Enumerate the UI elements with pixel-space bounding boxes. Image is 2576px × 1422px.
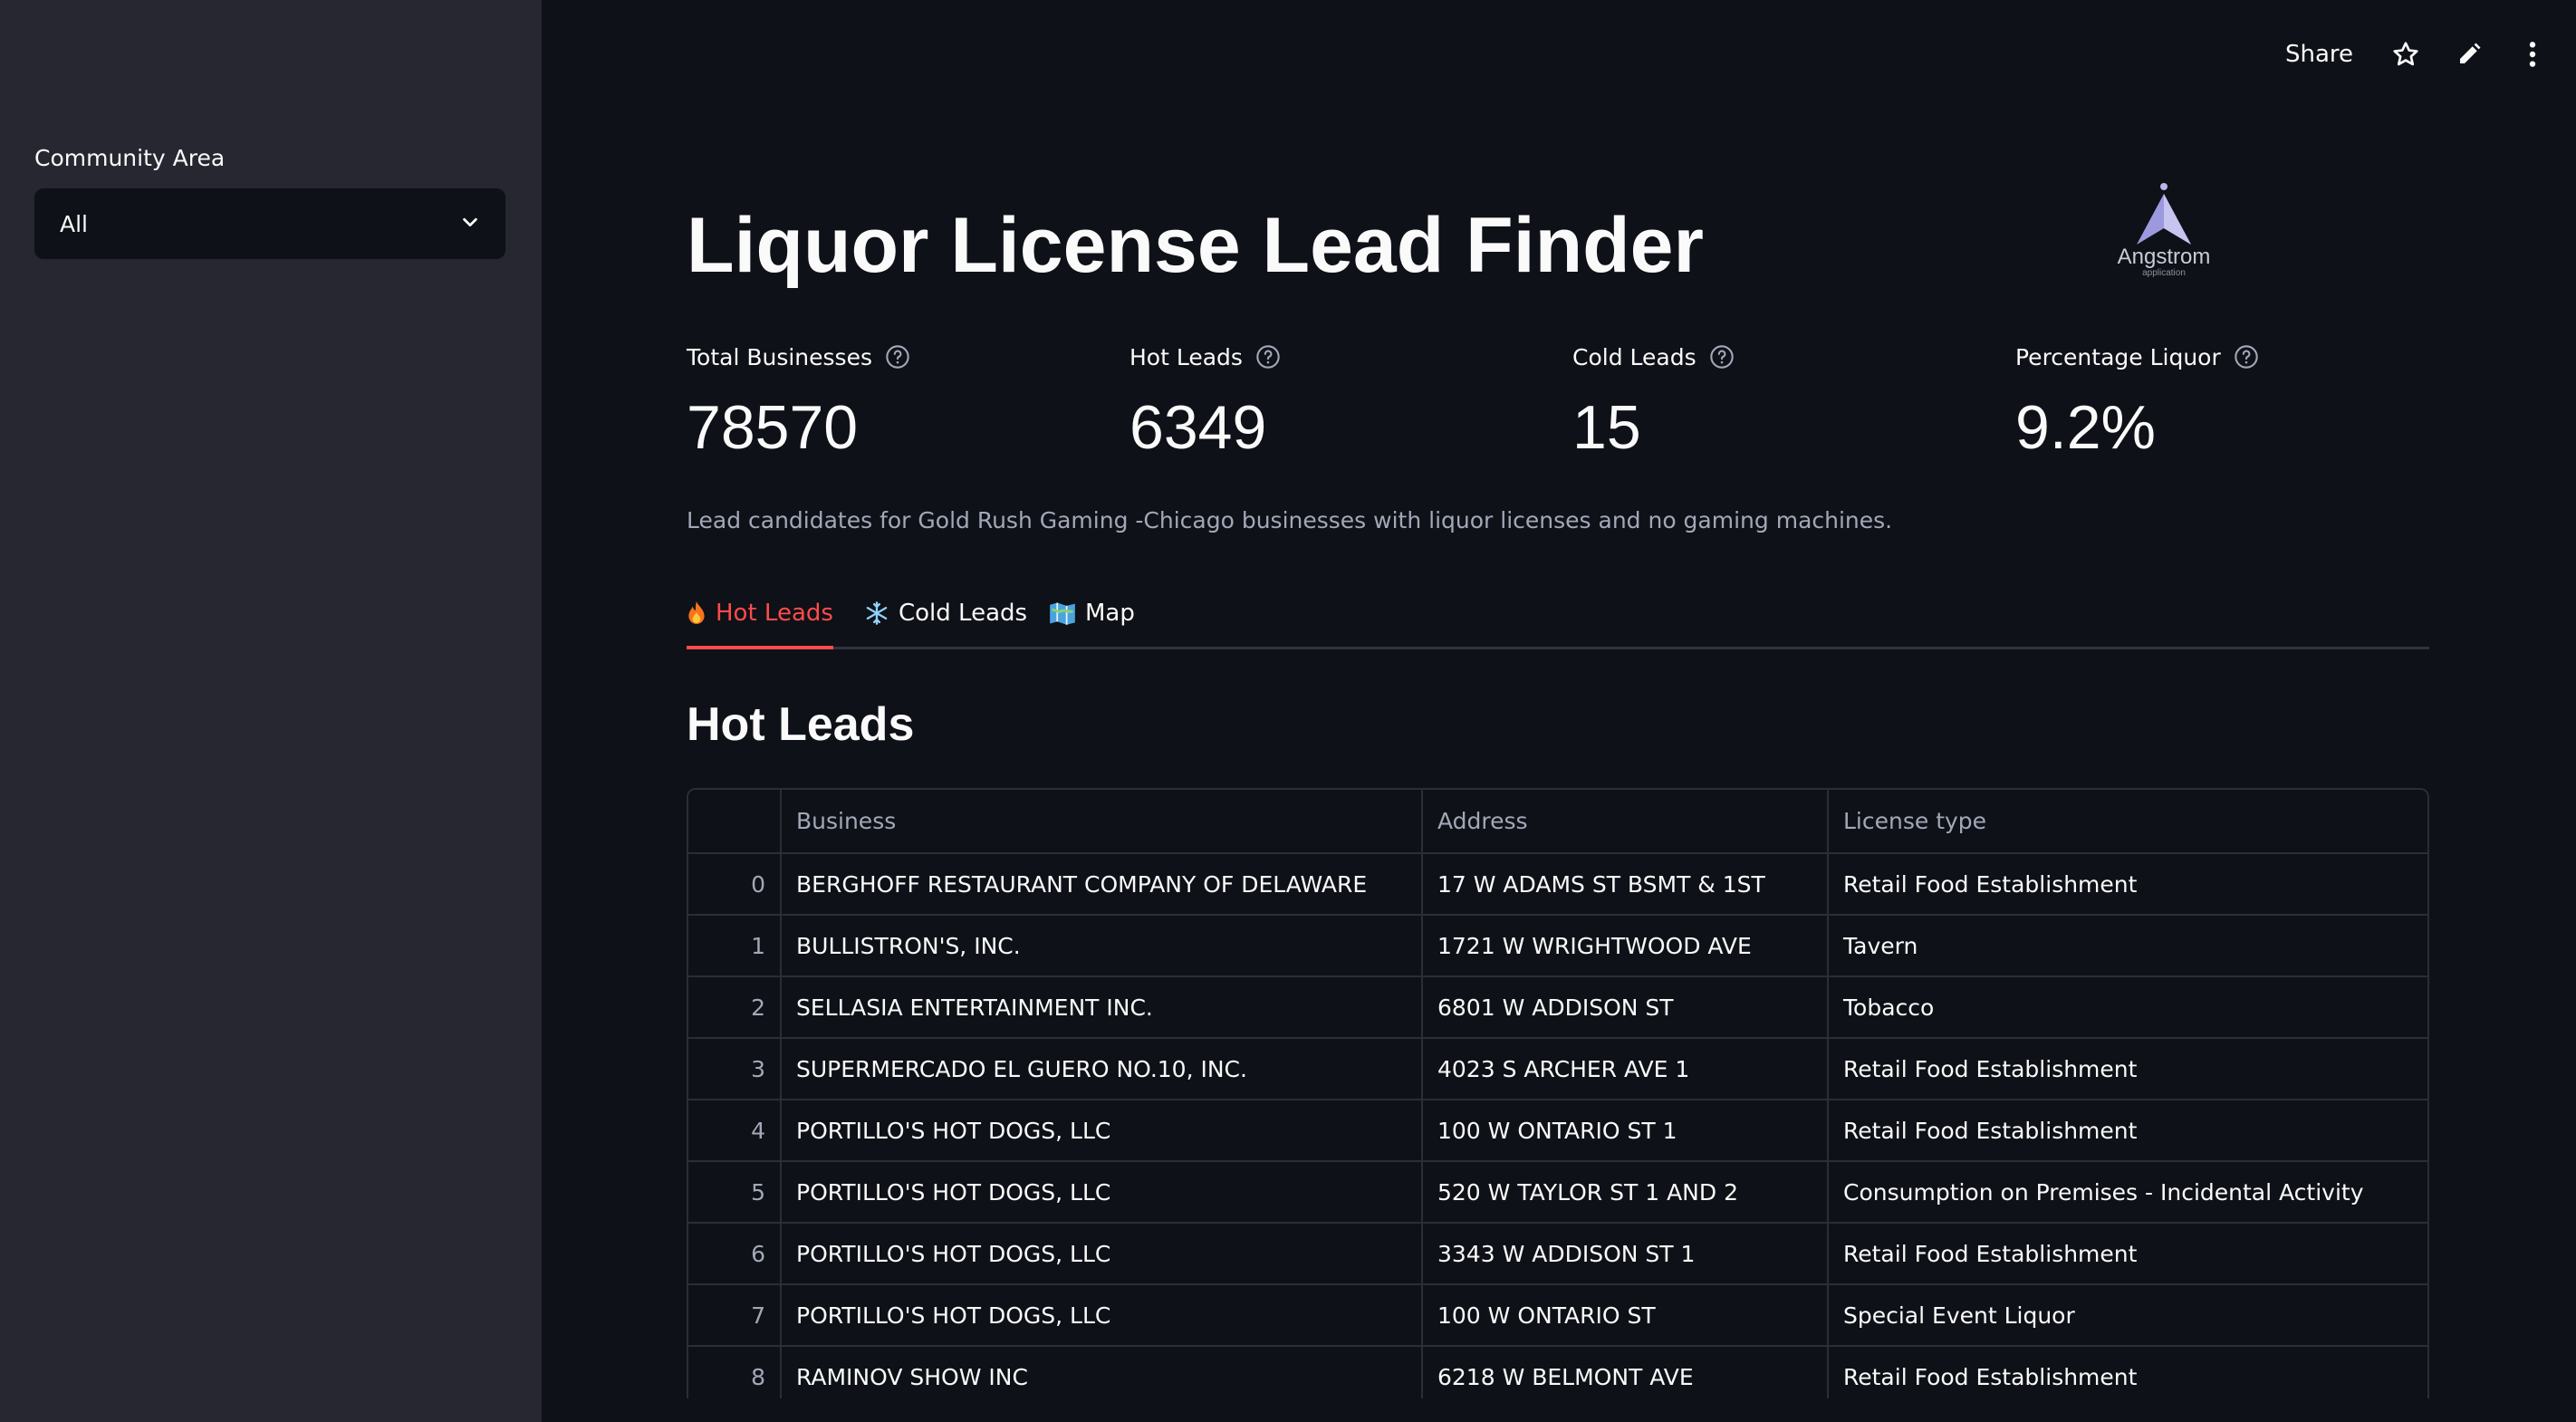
metric-percentage-liquor: Percentage Liquor 9.2% [2015,341,2414,458]
metric-label: Total Businesses [687,343,872,370]
row-index: 6 [688,1223,782,1285]
metric-hot-leads: Hot Leads 6349 [1129,341,1528,458]
metric-label: Hot Leads [1129,343,1243,370]
metric-label: Percentage Liquor [2015,343,2221,370]
cell-business[interactable]: PORTILLO'S HOT DOGS, LLC [781,1100,1423,1162]
sidebar: Community Area All [0,0,542,1422]
column-header-license-type[interactable]: License type [1828,790,2427,854]
page-caption: Lead candidates for Gold Rush Gaming -Ch… [687,507,1893,533]
cell-business[interactable]: RAMINOV SHOW INC [781,1346,1423,1398]
share-button[interactable]: Share [2285,41,2353,68]
snowflake-icon [864,601,889,626]
column-header-business[interactable]: Business [781,790,1423,854]
page-title: Liquor License Lead Finder [687,202,1704,289]
table-row[interactable]: 7 PORTILLO'S HOT DOGS, LLC 100 W ONTARIO… [688,1284,2427,1347]
cell-license-type[interactable]: Retail Food Establishment [1828,1038,2427,1100]
cell-license-type[interactable]: Retail Food Establishment [1828,1346,2427,1398]
help-circle-icon[interactable] [2234,344,2259,370]
cell-license-type[interactable]: Retail Food Establishment [1828,1100,2427,1162]
cell-address[interactable]: 6801 W ADDISON ST [1422,976,1829,1039]
metric-value: 9.2% [2015,393,2156,462]
map-icon [1049,601,1076,626]
hot-leads-table[interactable]: Business Address License type 0 BERGHOFF… [687,788,2429,1398]
cell-address[interactable]: 3343 W ADDISON ST 1 [1422,1223,1829,1285]
cell-license-type[interactable]: Special Event Liquor [1828,1284,2427,1347]
table-row[interactable]: 2 SELLASIA ENTERTAINMENT INC. 6801 W ADD… [688,976,2427,1039]
row-index: 1 [688,915,782,977]
table-header-row: Business Address License type [688,790,2427,854]
cell-business[interactable]: BULLISTRON'S, INC. [781,915,1423,977]
chevron-down-icon [460,212,480,235]
community-area-label: Community Area [34,145,226,171]
metric-value: 6349 [1129,393,1267,462]
angstrom-logo: Angstrom application [2105,181,2223,293]
edit-pencil-icon[interactable] [2453,38,2485,71]
row-index: 8 [688,1346,782,1398]
cell-address[interactable]: 6218 W BELMONT AVE [1422,1346,1829,1398]
cell-license-type[interactable]: Retail Food Establishment [1828,853,2427,916]
table-row[interactable]: 5 PORTILLO'S HOT DOGS, LLC 520 W TAYLOR … [688,1161,2427,1224]
row-index: 4 [688,1100,782,1162]
metric-total-businesses: Total Businesses 78570 [687,341,1085,458]
community-area-select[interactable]: All [34,188,505,259]
cell-business[interactable]: BERGHOFF RESTAURANT COMPANY OF DELAWARE [781,853,1423,916]
tab-map[interactable]: Map [1049,580,1135,647]
cell-license-type[interactable]: Tobacco [1828,976,2427,1039]
angstrom-logo-mark-icon [2137,183,2191,245]
table-row[interactable]: 8 RAMINOV SHOW INC 6218 W BELMONT AVE Re… [688,1346,2427,1398]
cell-address[interactable]: 100 W ONTARIO ST 1 [1422,1100,1829,1162]
app-toolbar: Share [2285,34,2576,74]
column-header-address[interactable]: Address [1422,790,1829,854]
community-area-select-value: All [60,210,88,237]
cell-license-type[interactable]: Tavern [1828,915,2427,977]
cell-address[interactable]: 4023 S ARCHER AVE 1 [1422,1038,1829,1100]
table-row[interactable]: 0 BERGHOFF RESTAURANT COMPANY OF DELAWAR… [688,853,2427,916]
cell-address[interactable]: 520 W TAYLOR ST 1 AND 2 [1422,1161,1829,1224]
column-header-index[interactable] [688,790,782,854]
section-title: Hot Leads [687,698,915,751]
help-circle-icon[interactable] [885,344,910,370]
row-index: 3 [688,1038,782,1100]
tab-cold-leads[interactable]: Cold Leads [864,580,1027,647]
metric-cold-leads: Cold Leads 15 [1572,341,1971,458]
table-row[interactable]: 4 PORTILLO'S HOT DOGS, LLC 100 W ONTARIO… [688,1100,2427,1162]
star-icon[interactable] [2389,38,2422,71]
cell-address[interactable]: 1721 W WRIGHTWOOD AVE [1422,915,1829,977]
cell-address[interactable]: 17 W ADAMS ST BSMT & 1ST [1422,853,1829,916]
metric-value: 78570 [687,393,859,462]
cell-business[interactable]: PORTILLO'S HOT DOGS, LLC [781,1284,1423,1347]
cell-business[interactable]: SUPERMERCADO EL GUERO NO.10, INC. [781,1038,1423,1100]
cell-business[interactable]: SELLASIA ENTERTAINMENT INC. [781,976,1423,1039]
table-row[interactable]: 3 SUPERMERCADO EL GUERO NO.10, INC. 4023… [688,1038,2427,1100]
row-index: 7 [688,1284,782,1347]
row-index: 5 [688,1161,782,1224]
metric-label: Cold Leads [1572,343,1697,370]
more-menu-icon[interactable] [2516,38,2549,71]
logo-name: Angstrom [2117,245,2211,269]
cell-license-type[interactable]: Consumption on Premises - Incidental Act… [1828,1161,2427,1224]
tab-label: Cold Leads [899,600,1028,627]
tab-hot-leads[interactable]: Hot Leads [687,580,833,649]
tab-label: Hot Leads [716,599,833,627]
row-index: 0 [688,853,782,916]
row-index: 2 [688,976,782,1039]
cell-address[interactable]: 100 W ONTARIO ST [1422,1284,1829,1347]
help-circle-icon[interactable] [1709,344,1735,370]
fire-icon [687,601,706,626]
tab-bar: Hot Leads Cold Leads Map [687,580,2429,649]
cell-license-type[interactable]: Retail Food Establishment [1828,1223,2427,1285]
table-row[interactable]: 6 PORTILLO'S HOT DOGS, LLC 3343 W ADDISO… [688,1223,2427,1285]
metric-value: 15 [1572,393,1641,462]
table-row[interactable]: 1 BULLISTRON'S, INC. 1721 W WRIGHTWOOD A… [688,915,2427,977]
tab-label: Map [1085,600,1135,627]
cell-business[interactable]: PORTILLO'S HOT DOGS, LLC [781,1161,1423,1224]
cell-business[interactable]: PORTILLO'S HOT DOGS, LLC [781,1223,1423,1285]
help-circle-icon[interactable] [1255,344,1281,370]
